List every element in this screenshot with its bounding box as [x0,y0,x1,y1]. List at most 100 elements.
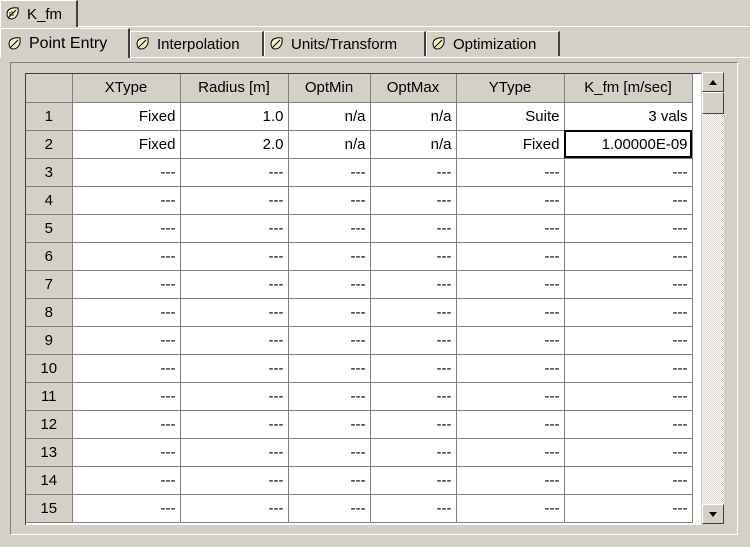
grid-cell[interactable]: --- [288,466,371,495]
table-row[interactable]: 12 --- --- --- --- --- --- [26,410,693,439]
grid-cell[interactable]: --- [456,354,565,383]
grid-cell[interactable]: --- [180,494,289,523]
grid-cell[interactable]: --- [456,382,565,411]
column-header-optmax[interactable]: OptMax [370,74,457,103]
grid-cell[interactable]: --- [456,438,565,467]
row-header[interactable]: 7 [26,270,73,299]
grid-cell[interactable]: 1.0 [180,102,289,131]
grid-cell[interactable]: --- [72,298,181,327]
column-header-ytype[interactable]: YType [456,74,565,103]
grid-cell[interactable]: --- [456,242,565,271]
row-header[interactable]: 9 [26,326,73,355]
grid-cell[interactable]: 3 vals [564,102,693,131]
row-header[interactable]: 6 [26,242,73,271]
grid-cell[interactable]: --- [456,158,565,187]
grid-cell[interactable]: --- [288,494,371,523]
table-row[interactable]: 6 --- --- --- --- --- --- [26,242,693,271]
column-header-optmin[interactable]: OptMin [288,74,371,103]
grid-cell[interactable]: --- [180,466,289,495]
grid-cell[interactable]: --- [456,298,565,327]
tab-units-transform[interactable]: Units/Transform [264,31,426,56]
grid-cell[interactable]: --- [72,158,181,187]
row-header[interactable]: 8 [26,298,73,327]
grid-cell[interactable]: --- [288,438,371,467]
vertical-scrollbar[interactable] [702,72,724,524]
row-header[interactable]: 2 [26,130,73,159]
grid-cell[interactable]: --- [456,326,565,355]
corner-cell[interactable] [26,74,73,103]
grid-cell[interactable]: --- [180,382,289,411]
grid-cell[interactable]: --- [180,354,289,383]
table-row[interactable]: 5 --- --- --- --- --- --- [26,214,693,243]
grid-cell[interactable]: --- [564,298,693,327]
grid-cell[interactable]: --- [370,158,457,187]
grid-cell[interactable]: --- [370,270,457,299]
grid-cell[interactable]: --- [72,354,181,383]
grid-cell[interactable]: --- [564,494,693,523]
row-header[interactable]: 13 [26,438,73,467]
row-header[interactable]: 15 [26,494,73,523]
grid-cell[interactable]: 2.0 [180,130,289,159]
row-header[interactable]: 5 [26,214,73,243]
tab-k-fm[interactable]: K_fm [0,0,78,27]
grid-cell[interactable]: --- [72,494,181,523]
grid-cell[interactable]: --- [288,158,371,187]
column-header-xtype[interactable]: XType [72,74,181,103]
scroll-up-button[interactable] [702,72,724,92]
grid-cell[interactable]: --- [564,158,693,187]
grid-cell[interactable]: --- [564,466,693,495]
grid-cell[interactable]: --- [370,214,457,243]
grid-cell[interactable]: --- [564,242,693,271]
grid-cell[interactable]: --- [72,382,181,411]
grid-cell[interactable]: --- [564,186,693,215]
grid-cell[interactable]: --- [564,214,693,243]
grid-cell[interactable]: --- [370,494,457,523]
scroll-down-button[interactable] [702,504,724,524]
grid-cell[interactable]: --- [180,410,289,439]
grid-cell[interactable]: --- [180,326,289,355]
row-header[interactable]: 12 [26,410,73,439]
grid-cell[interactable]: --- [564,354,693,383]
column-header-radius[interactable]: Radius [m] [180,74,289,103]
grid-cell[interactable]: --- [288,382,371,411]
table-row[interactable]: 10 --- --- --- --- --- --- [26,354,693,383]
grid-cell[interactable]: --- [288,214,371,243]
grid-cell[interactable]: Fixed [456,130,565,159]
grid-cell[interactable]: Fixed [72,102,181,131]
table-row[interactable]: 2 Fixed 2.0 n/a n/a Fixed 1.00000E-09 [26,130,693,159]
grid-cell[interactable]: --- [180,298,289,327]
row-header[interactable]: 14 [26,466,73,495]
row-header[interactable]: 3 [26,158,73,187]
table-row[interactable]: 3 --- --- --- --- --- --- [26,158,693,187]
grid-cell[interactable]: --- [370,242,457,271]
tab-point-entry[interactable]: Point Entry [0,28,130,58]
table-row[interactable]: 4 --- --- --- --- --- --- [26,186,693,215]
tab-interpolation[interactable]: Interpolation [130,31,264,56]
row-header[interactable]: 1 [26,102,73,131]
grid-cell[interactable]: --- [456,186,565,215]
table-row[interactable]: 11 --- --- --- --- --- --- [26,382,693,411]
grid-cell[interactable]: --- [564,270,693,299]
grid-cell[interactable]: --- [288,410,371,439]
grid-cell[interactable]: --- [72,438,181,467]
grid-cell[interactable]: --- [72,410,181,439]
grid-cell[interactable]: n/a [288,102,371,131]
grid-cell[interactable]: --- [456,466,565,495]
grid-cell[interactable]: --- [370,326,457,355]
scroll-thumb[interactable] [702,92,724,114]
grid-cell[interactable]: --- [564,438,693,467]
table-row[interactable]: 7 --- --- --- --- --- --- [26,270,693,299]
table-row[interactable]: 13 --- --- --- --- --- --- [26,438,693,467]
grid-cell[interactable]: n/a [370,102,457,131]
grid-cell[interactable]: --- [564,382,693,411]
grid-cell[interactable]: --- [370,186,457,215]
grid-cell[interactable]: --- [370,438,457,467]
grid-cell[interactable]: --- [288,270,371,299]
grid-cell[interactable]: --- [180,438,289,467]
table-row[interactable]: 14 --- --- --- --- --- --- [26,466,693,495]
table-row[interactable]: 15 --- --- --- --- --- --- [26,494,693,523]
grid-cell[interactable]: --- [180,242,289,271]
grid-cell[interactable]: Fixed [72,130,181,159]
grid-cell[interactable]: --- [370,466,457,495]
table-row[interactable]: 8 --- --- --- --- --- --- [26,298,693,327]
